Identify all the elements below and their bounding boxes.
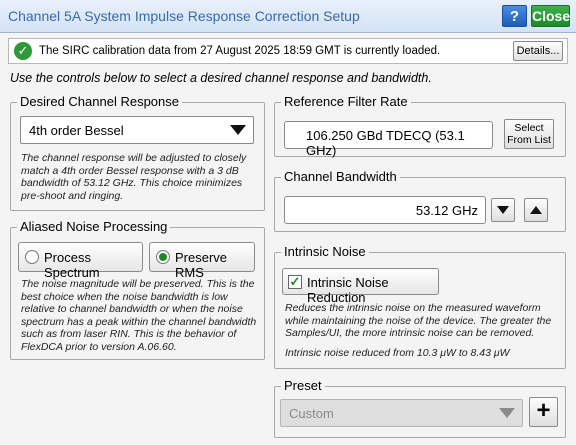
process-spectrum-radio[interactable]: Process Spectrum (18, 242, 143, 280)
channel-bandwidth-field[interactable]: 53.12 GHz (284, 196, 486, 224)
intrinsic-noise-reduction-checkbox[interactable]: ✓ Intrinsic Noise Reduction (282, 268, 439, 305)
chevron-down-icon[interactable] (494, 402, 520, 424)
channel-response-value: 4th order Bessel (29, 123, 124, 138)
check-circle-icon: ✓ (14, 42, 32, 60)
radio-selected-icon (156, 250, 170, 264)
channel-response-select[interactable]: 4th order Bessel (20, 116, 254, 144)
bandwidth-decrement-button[interactable] (491, 198, 515, 222)
channel-bandwidth-value: 53.12 GHz (415, 203, 478, 218)
window-title: Channel 5A System Impulse Response Corre… (8, 8, 360, 24)
process-spectrum-label: Process Spectrum (44, 250, 100, 280)
aliased-noise-legend: Aliased Noise Processing (17, 219, 171, 234)
preset-select[interactable]: Custom (280, 399, 523, 427)
channel-bandwidth-legend: Channel Bandwidth (281, 169, 400, 184)
reference-filter-field[interactable]: 106.250 GBd TDECQ (53.1 GHz) (284, 121, 493, 158)
reference-filter-legend: Reference Filter Rate (281, 94, 411, 109)
chevron-down-icon[interactable] (225, 119, 251, 141)
preserve-rms-label: Preserve RMS (175, 250, 228, 280)
title-bar: Channel 5A System Impulse Response Corre… (0, 0, 576, 33)
preserve-rms-radio[interactable]: Preserve RMS (149, 242, 255, 280)
bandwidth-increment-button[interactable] (524, 198, 548, 222)
intrinsic-noise-note: Reduces the intrinsic noise on the measu… (285, 302, 552, 339)
channel-response-note: The channel response will be adjusted to… (21, 152, 247, 202)
plus-icon: + (536, 397, 551, 424)
checkbox-checked-icon: ✓ (288, 274, 302, 289)
select-from-list-label: Select From List (507, 122, 551, 146)
channel-response-legend: Desired Channel Response (17, 94, 182, 109)
calibration-status-message: The SIRC calibration data from 27 August… (39, 45, 441, 57)
help-button[interactable]: ? (502, 5, 527, 27)
close-button[interactable]: Close (531, 5, 570, 27)
preset-value: Custom (289, 406, 334, 421)
radio-unselected-icon (25, 250, 39, 264)
intrinsic-noise-reduction-label: Intrinsic Noise Reduction (307, 275, 389, 305)
add-preset-button[interactable]: + (529, 397, 558, 427)
intrinsic-noise-legend: Intrinsic Noise (281, 244, 369, 259)
arrow-up-icon (530, 206, 542, 214)
reference-filter-value: 106.250 GBd TDECQ (53.1 GHz) (306, 128, 465, 158)
instructions-text: Use the controls below to select a desir… (10, 71, 432, 85)
calibration-status-bar: ✓ The SIRC calibration data from 27 Augu… (8, 38, 568, 64)
select-from-list-button[interactable]: Select From List (504, 119, 554, 149)
arrow-down-icon (497, 206, 509, 214)
aliased-noise-note: The noise magnitude will be preserved. T… (21, 278, 257, 353)
preset-legend: Preset (281, 378, 325, 393)
details-button[interactable]: Details... (513, 41, 563, 61)
intrinsic-noise-result: Intrinsic noise reduced from 10.3 μW to … (285, 347, 510, 359)
